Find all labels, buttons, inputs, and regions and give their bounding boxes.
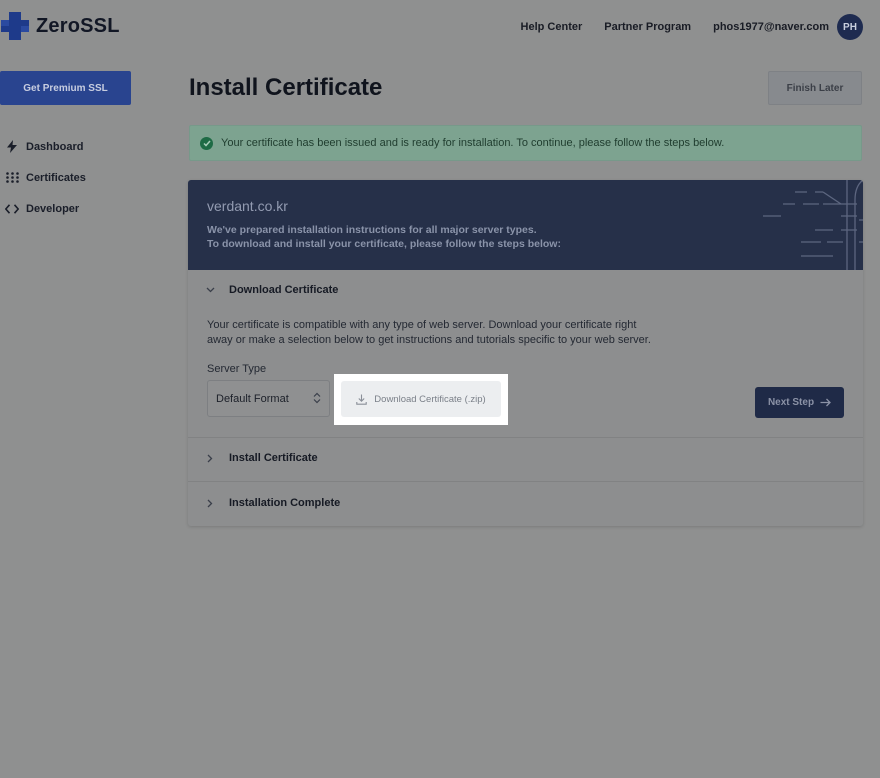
brand-name: ZeroSSL xyxy=(36,14,120,37)
sidebar-item-label: Certificates xyxy=(26,171,86,184)
download-certificate-button[interactable]: Download Certificate (.zip) xyxy=(341,381,501,417)
top-navigation: Help Center Partner Program phos1977@nav… xyxy=(499,14,863,40)
chevron-right-icon xyxy=(199,454,221,463)
code-brackets-icon xyxy=(2,203,22,214)
step-install-certificate[interactable]: Install Certificate xyxy=(188,452,863,464)
sidebar-item-dashboard[interactable]: Dashboard xyxy=(0,131,150,162)
zerossl-cross-icon xyxy=(1,12,29,40)
next-step-label: Next Step xyxy=(767,397,815,408)
page-title: Install Certificate xyxy=(189,74,383,101)
step-download-certificate[interactable]: Download Certificate xyxy=(188,284,863,296)
grid-dots-icon xyxy=(2,172,22,183)
divider xyxy=(188,437,863,438)
get-premium-ssl-button[interactable]: Get Premium SSL xyxy=(0,71,131,105)
partner-program-link[interactable]: Partner Program xyxy=(604,21,691,33)
chevron-right-icon xyxy=(199,499,221,508)
server-type-value: Default Format xyxy=(216,392,289,405)
success-alert: Your certificate has been issued and is … xyxy=(189,125,862,161)
sidebar-item-label: Dashboard xyxy=(26,140,84,153)
alert-message: Your certificate has been issued and is … xyxy=(221,137,725,149)
divider xyxy=(188,481,863,482)
zerossl-logo[interactable]: ZeroSSL xyxy=(0,10,120,42)
download-button-label: Download Certificate (.zip) xyxy=(374,393,486,405)
arrow-right-icon xyxy=(820,398,831,407)
bolt-icon xyxy=(2,140,22,153)
finish-later-button[interactable]: Finish Later xyxy=(768,71,862,105)
description-line-1: Your certificate is compatible with any … xyxy=(207,319,637,331)
step-description: Your certificate is compatible with any … xyxy=(207,318,677,347)
step-title: Installation Complete xyxy=(229,497,341,509)
description-line-2: away or make a selection below to get in… xyxy=(207,333,651,346)
sidebar-item-developer[interactable]: Developer xyxy=(0,193,150,224)
step-title: Install Certificate xyxy=(229,452,318,464)
header-decoration-graphic xyxy=(763,180,863,270)
server-type-label: Server Type xyxy=(207,363,267,375)
sidebar-nav: Dashboard Certificates Developer xyxy=(0,131,150,224)
updown-chevron-icon xyxy=(313,392,321,407)
step-installation-complete[interactable]: Installation Complete xyxy=(188,497,863,509)
check-circle-icon xyxy=(200,136,213,150)
sidebar-item-certificates[interactable]: Certificates xyxy=(0,162,150,193)
chevron-down-icon xyxy=(199,287,221,293)
avatar[interactable]: PH xyxy=(837,14,863,40)
download-icon xyxy=(356,394,368,405)
card-header: verdant.co.kr We've prepared installatio… xyxy=(188,180,863,270)
step-title: Download Certificate xyxy=(229,284,339,296)
server-type-select[interactable]: Default Format xyxy=(207,380,330,417)
install-card: verdant.co.kr We've prepared installatio… xyxy=(188,180,863,526)
next-step-button[interactable]: Next Step xyxy=(755,387,844,418)
sidebar-item-label: Developer xyxy=(26,202,80,215)
account-email[interactable]: phos1977@naver.com xyxy=(713,21,829,33)
help-center-link[interactable]: Help Center xyxy=(521,21,583,33)
